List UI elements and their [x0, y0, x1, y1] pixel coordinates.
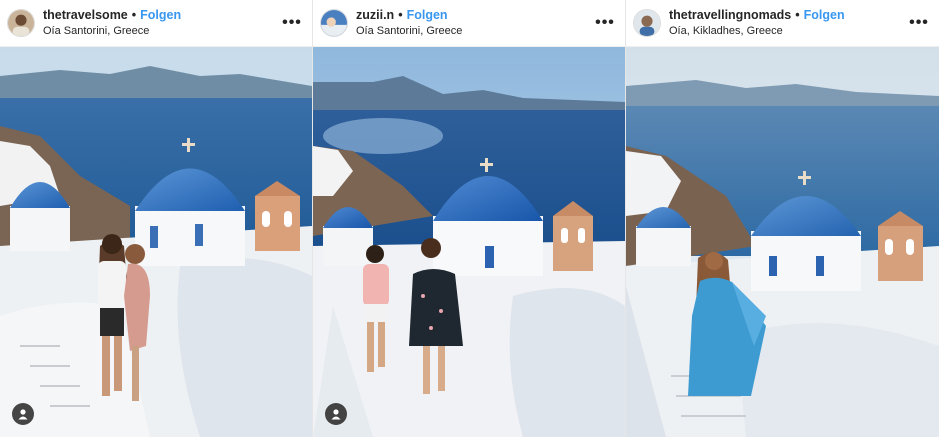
- separator: •: [795, 8, 800, 23]
- post-photo[interactable]: [0, 46, 312, 437]
- post: thetravellingnomads • Folgen Oía, Kikladhe…: [625, 0, 939, 437]
- post-photo[interactable]: [626, 46, 939, 437]
- post-meta: thetravellingnomads • Folgen Oía, Kikladhe…: [669, 9, 905, 37]
- username[interactable]: zuzii.n: [356, 8, 394, 22]
- photo-image: [0, 46, 312, 437]
- photo-image: [626, 46, 939, 437]
- photo-image: [313, 46, 625, 437]
- username[interactable]: thetravellingnomads: [669, 8, 791, 22]
- post-photo[interactable]: [313, 46, 625, 437]
- follow-button[interactable]: Folgen: [140, 8, 181, 22]
- post-grid: thetravelsome • Folgen Oía Santorini, Gree…: [0, 0, 939, 437]
- more-options-icon[interactable]: •••: [591, 14, 619, 32]
- follow-button[interactable]: Folgen: [407, 8, 448, 22]
- post-meta: zuzii.n • Folgen Oía Santorini, Greece: [356, 9, 591, 37]
- post: thetravelsome • Folgen Oía Santorini, Gree…: [0, 0, 312, 437]
- post-header: thetravellingnomads • Folgen Oía, Kikladhe…: [626, 0, 939, 47]
- location-link[interactable]: Oía Santorini, Greece: [43, 25, 278, 37]
- follow-button[interactable]: Folgen: [804, 8, 845, 22]
- avatar[interactable]: [633, 9, 661, 37]
- separator: •: [131, 8, 137, 23]
- post-header: zuzii.n • Folgen Oía Santorini, Greece •••: [313, 0, 625, 47]
- location-link[interactable]: Oía, Kikladhes, Greece: [669, 25, 905, 37]
- post-header: thetravelsome • Folgen Oía Santorini, Gree…: [0, 0, 312, 47]
- more-options-icon[interactable]: •••: [278, 14, 306, 32]
- user-tag-icon[interactable]: [12, 403, 34, 425]
- location-link[interactable]: Oía Santorini, Greece: [356, 25, 591, 37]
- more-options-icon[interactable]: •••: [905, 14, 933, 32]
- username[interactable]: thetravelsome: [43, 8, 128, 22]
- avatar[interactable]: [7, 9, 35, 37]
- avatar[interactable]: [320, 9, 348, 37]
- user-tag-icon[interactable]: [325, 403, 347, 425]
- separator: •: [398, 8, 403, 23]
- post: zuzii.n • Folgen Oía Santorini, Greece •••: [312, 0, 625, 437]
- post-meta: thetravelsome • Folgen Oía Santorini, Gree…: [43, 9, 278, 37]
